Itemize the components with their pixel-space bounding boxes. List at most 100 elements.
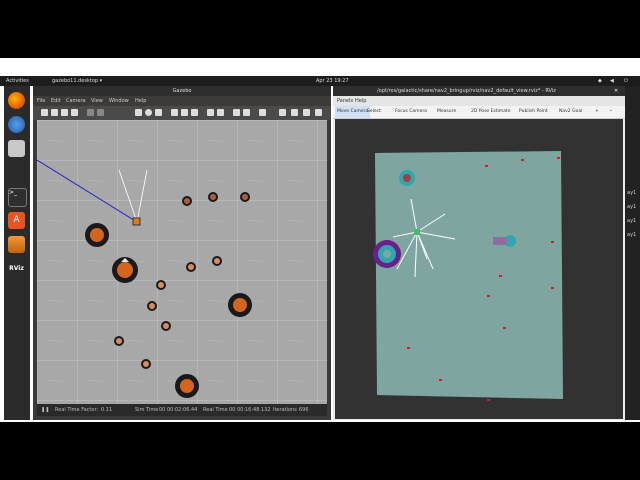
gazebo-statusbar: ❚❚ Real Time Factor: 0.11 Sim Time 00 00…: [37, 404, 327, 416]
power-icon[interactable]: ⏻: [624, 76, 628, 86]
tool-move-camera[interactable]: Move Camera: [335, 106, 371, 118]
rtf-value: 0.11: [101, 407, 113, 413]
costmap-blob: [373, 240, 401, 268]
tool-2d-pose-estimate[interactable]: 2D Pose Estimate: [471, 106, 511, 118]
cone-obstacle[interactable]: [147, 301, 157, 311]
cone-obstacle[interactable]: [212, 256, 222, 266]
ground-plane: [37, 120, 327, 404]
volume-icon[interactable]: ◀: [610, 76, 614, 86]
gazebo-menubar: File Edit Camera View Window Help: [33, 96, 331, 106]
redo-icon[interactable]: [97, 109, 104, 116]
rviz-dock-label: RViz: [9, 265, 24, 272]
cone-obstacle[interactable]: [85, 223, 109, 247]
align-icon[interactable]: [233, 109, 240, 116]
menu-help[interactable]: Help: [355, 96, 366, 106]
terminal-text: ay1: [627, 218, 637, 224]
firefox-icon[interactable]: [8, 92, 25, 109]
cone-obstacle[interactable]: [240, 192, 250, 202]
clock[interactable]: Apr 23 19:27: [316, 76, 349, 86]
gazebo-title: Gazebo: [33, 86, 331, 96]
rviz-map-graphics: [373, 151, 563, 401]
cone-obstacle[interactable]: [228, 293, 252, 317]
copy-icon[interactable]: [207, 109, 214, 116]
cone-obstacle[interactable]: [156, 280, 166, 290]
tool-measure[interactable]: Measure: [437, 106, 456, 118]
cone-obstacle[interactable]: [141, 359, 151, 369]
scale-mode-icon[interactable]: [71, 109, 78, 116]
box-shape-icon[interactable]: [135, 109, 142, 116]
gazebo-window: Gazebo File Edit Camera View Window Help: [33, 86, 331, 420]
layers-icon[interactable]: [8, 236, 25, 253]
real-time-label: Real Time: [203, 407, 228, 413]
menu-panels[interactable]: Panels: [337, 96, 353, 106]
paste-icon[interactable]: [217, 109, 224, 116]
terminal-icon[interactable]: >_: [8, 188, 27, 207]
system-top-bar: Activities gazebo11.desktop ▾ Apr 23 19:…: [0, 76, 640, 86]
terminal-text: ay1: [627, 190, 637, 196]
menu-help[interactable]: Help: [135, 96, 146, 106]
log-icon[interactable]: [291, 109, 298, 116]
select-mode-icon[interactable]: [41, 109, 48, 116]
thunderbird-icon[interactable]: [8, 116, 25, 133]
cone-obstacle[interactable]: [208, 192, 218, 202]
background-terminal: ay1 ay1 ay1 ay1: [625, 86, 640, 420]
iterations-label: Iterations: [273, 407, 297, 413]
change-view-icon[interactable]: [259, 109, 266, 116]
cone-obstacle[interactable]: [112, 257, 138, 283]
undo-icon[interactable]: [87, 109, 94, 116]
tool-publish-point[interactable]: Publish Point: [519, 106, 548, 118]
cone-obstacle[interactable]: [161, 321, 171, 331]
remove-tool-icon[interactable]: −: [609, 106, 613, 118]
directional-light-icon[interactable]: [191, 109, 198, 116]
rviz-title-bar: /opt/ros/galactic/share/nav2_bringup/rvi…: [333, 86, 625, 96]
robot-footprint: [414, 229, 420, 235]
top-black-border: [0, 0, 640, 58]
software-icon[interactable]: A: [8, 212, 25, 229]
costmap-blob: [399, 170, 415, 186]
tool-focus-camera[interactable]: Focus Camera: [395, 106, 427, 118]
gazebo-3d-scene[interactable]: [37, 120, 327, 404]
rviz-3d-view[interactable]: [335, 119, 623, 419]
rviz-menubar: Panels Help: [333, 96, 625, 106]
iterations-value: 696: [299, 407, 309, 413]
robot-marker[interactable]: [132, 217, 141, 226]
cone-obstacle[interactable]: [182, 196, 192, 206]
bottom-black-border: [0, 422, 640, 480]
app-menu[interactable]: gazebo11.desktop ▾: [52, 76, 102, 86]
sphere-shape-icon[interactable]: [145, 109, 152, 116]
network-icon[interactable]: ◆: [598, 76, 602, 86]
cylinder-shape-icon[interactable]: [155, 109, 162, 116]
spot-light-icon[interactable]: [181, 109, 188, 116]
tool-nav2-goal[interactable]: Nav2 Goal: [559, 106, 582, 118]
screenshot-icon[interactable]: [279, 109, 286, 116]
point-light-icon[interactable]: [171, 109, 178, 116]
menu-window[interactable]: Window: [109, 96, 129, 106]
menu-view[interactable]: View: [91, 96, 103, 106]
snap-icon[interactable]: [243, 109, 250, 116]
rviz-icon[interactable]: RViz: [8, 260, 25, 277]
plot-icon[interactable]: [303, 109, 310, 116]
add-tool-icon[interactable]: +: [595, 106, 599, 118]
cone-obstacle[interactable]: [114, 336, 124, 346]
rviz-close-icon[interactable]: ✕: [614, 86, 618, 96]
terminal-text: ay1: [627, 204, 637, 210]
menu-file[interactable]: File: [37, 96, 45, 106]
video-icon[interactable]: [315, 109, 322, 116]
cone-obstacle[interactable]: [175, 374, 199, 398]
tool-select[interactable]: Select: [367, 106, 381, 118]
files-icon[interactable]: [8, 140, 25, 157]
menu-camera[interactable]: Camera: [66, 96, 86, 106]
rotate-mode-icon[interactable]: [61, 109, 68, 116]
cone-obstacle[interactable]: [186, 262, 196, 272]
real-time-value: 00 00:16:48.132: [229, 407, 271, 413]
activities-button[interactable]: Activities: [6, 76, 29, 86]
rviz-toolbar: Move Camera Select Focus Camera Measure …: [333, 106, 625, 119]
pause-icon[interactable]: ❚❚: [41, 404, 49, 416]
terminal-text: ay1: [627, 232, 637, 238]
dock: >_ A RViz: [4, 86, 30, 420]
translate-mode-icon[interactable]: [51, 109, 58, 116]
gazebo-scene-graphics: [37, 120, 327, 404]
gazebo-toolbar: [33, 106, 331, 120]
rtf-label: Real Time Factor:: [55, 407, 99, 413]
menu-edit[interactable]: Edit: [51, 96, 61, 106]
